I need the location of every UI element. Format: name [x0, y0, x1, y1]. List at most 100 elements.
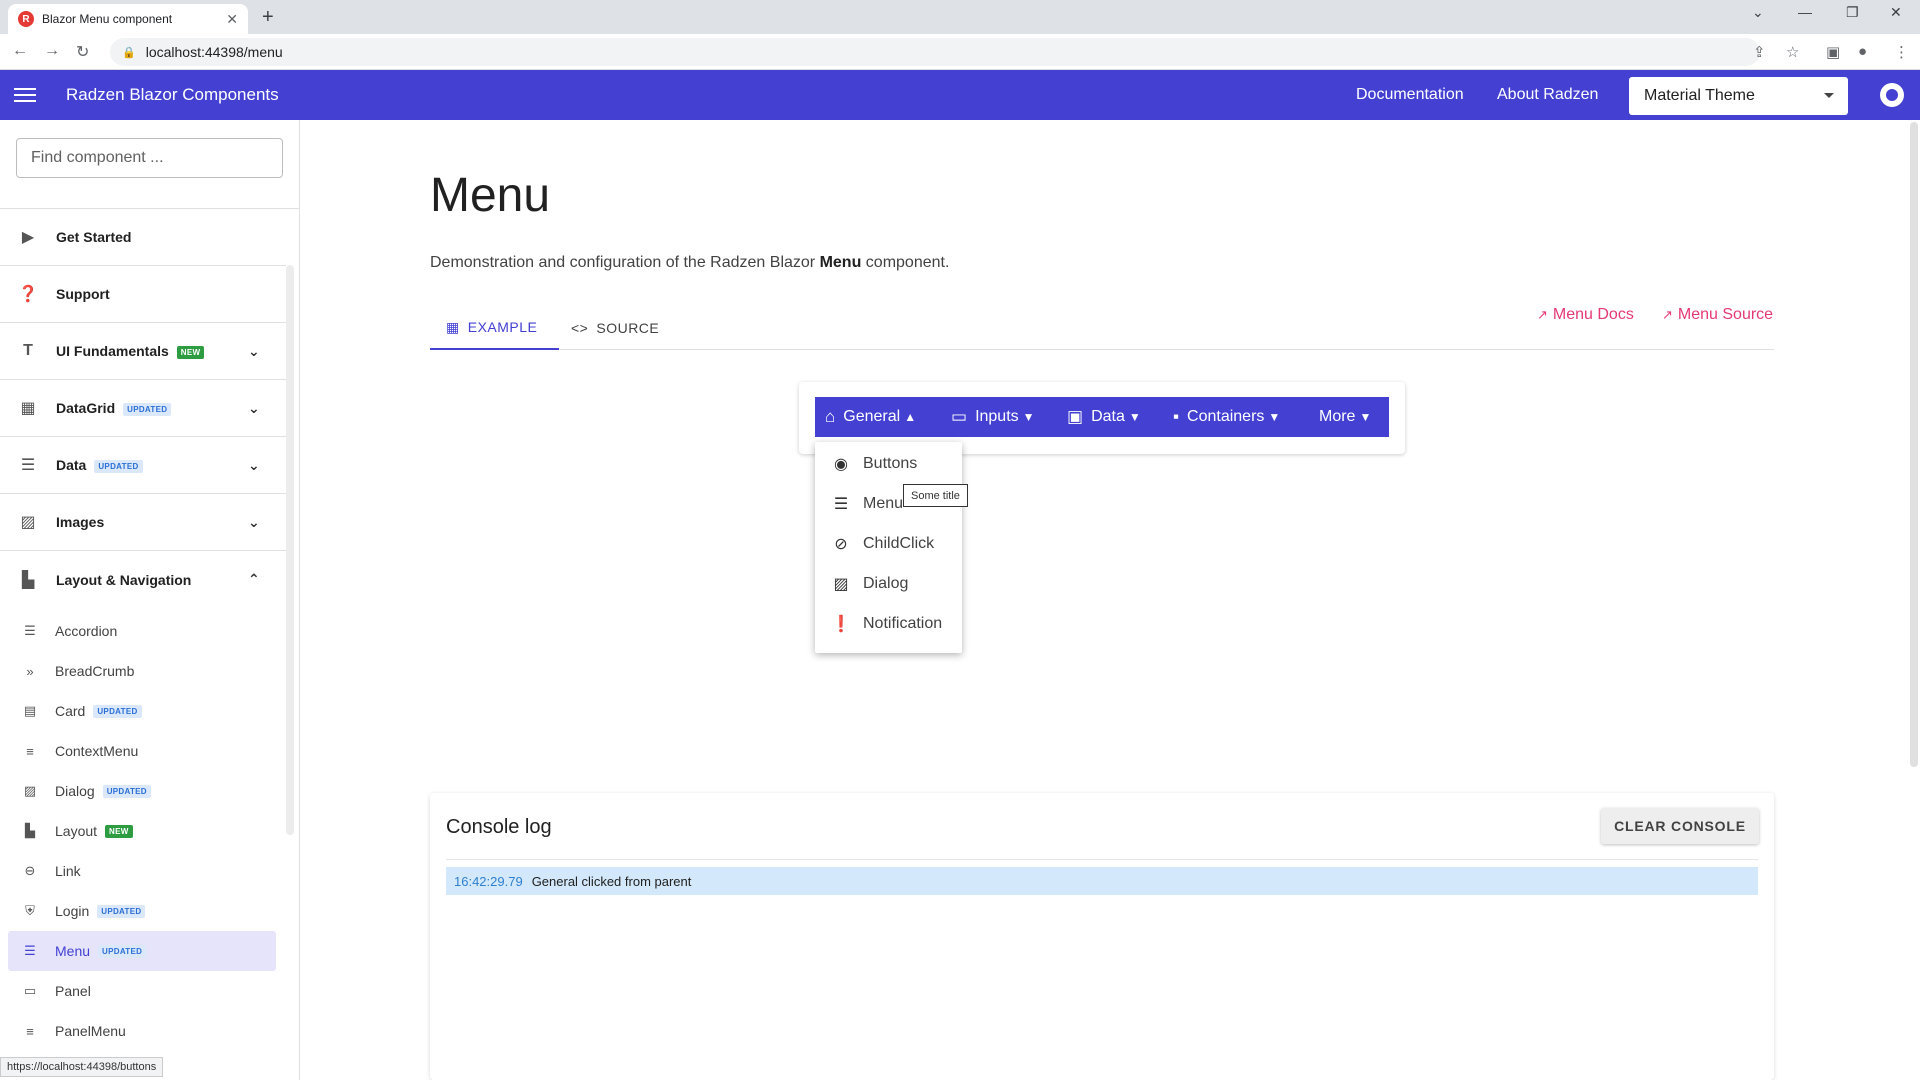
restore-icon[interactable]: ❐: [1846, 4, 1859, 21]
layout-icon: ▙: [21, 571, 35, 589]
clear-console-button[interactable]: CLEAR CONSOLE: [1601, 808, 1759, 844]
list-icon: ☰: [20, 457, 36, 474]
general-submenu: ◉ Buttons ☰ Menu ⊘ ChildClick ▨ Dialog ❗…: [815, 442, 962, 653]
sidebar-subitem-label: BreadCrumb: [55, 663, 135, 679]
doc-link-label: Menu Docs: [1552, 306, 1634, 323]
submenu-item-buttons[interactable]: ◉ Buttons: [815, 444, 962, 484]
sidebar-subitem-panelmenu[interactable]: ≡ PanelMenu: [8, 1011, 276, 1051]
forward-icon[interactable]: →: [44, 42, 60, 60]
sidebar-subitem-panel[interactable]: ▭ Panel: [8, 971, 276, 1011]
menu-item-containers[interactable]: ▪ Containers ▼: [1173, 397, 1280, 437]
url-text: localhost:44398/menu: [145, 44, 283, 60]
sidebar-item-layout-navigation[interactable]: ▙ Layout & Navigation ⌃: [0, 551, 286, 608]
tab-source[interactable]: <> SOURCE: [571, 306, 659, 350]
sidebar-subitem-layout[interactable]: ▙ Layout NEW: [8, 811, 276, 851]
submenu-item-label: Notification: [863, 615, 943, 632]
updated-badge: UPDATED: [97, 904, 146, 918]
documentation-link[interactable]: Documentation: [1356, 86, 1464, 104]
sidebar-subitem-login[interactable]: ⛨ Login UPDATED: [8, 891, 276, 931]
feedback-icon: ❗: [831, 616, 851, 633]
credit-card-icon: ▭: [951, 407, 968, 426]
updated-badge: UPDATED: [98, 944, 147, 958]
sidebar-item-datagrid[interactable]: ▦ DataGrid UPDATED ⌄: [0, 380, 286, 437]
sidebar-subitem-label: ContextMenu: [55, 743, 139, 759]
sidebar-scrollbar[interactable]: [286, 265, 294, 835]
chevron-down-icon[interactable]: ⌄: [248, 457, 260, 474]
side-panel-icon[interactable]: ▣: [1826, 43, 1840, 61]
browser-tab[interactable]: R Blazor Menu component ✕: [8, 4, 248, 34]
share-icon[interactable]: ⇪: [1753, 43, 1766, 61]
sidebar-subitem-breadcrumb[interactable]: » BreadCrumb: [8, 651, 276, 691]
reload-icon[interactable]: ↻: [76, 42, 89, 62]
submenu-item-dialog[interactable]: ▨ Dialog: [815, 564, 962, 604]
palette-icon: T: [23, 342, 33, 359]
sidebar-subitem-dialog[interactable]: ▨ Dialog UPDATED: [8, 771, 276, 811]
sidebar-item-label: Support: [56, 286, 110, 302]
window-close-icon[interactable]: ✕: [1890, 4, 1902, 21]
menu-item-general[interactable]: ⌂ General ▲: [825, 397, 916, 437]
accordion-icon: ☰: [24, 623, 36, 638]
browser-menu-icon[interactable]: ⋮: [1894, 43, 1909, 61]
back-icon[interactable]: ←: [12, 42, 28, 60]
hamburger-menu-icon[interactable]: [14, 83, 36, 107]
new-tab-icon[interactable]: +: [262, 6, 274, 29]
sidebar-subitem-label: Link: [55, 863, 81, 879]
url-field[interactable]: 🔒 localhost:44398/menu: [110, 38, 1760, 66]
description-suffix: component.: [861, 254, 950, 271]
app-header: Radzen Blazor Components Documentation A…: [0, 70, 1920, 120]
shield-icon: ⛨: [25, 903, 35, 918]
chevron-down-icon[interactable]: ⌄: [248, 343, 260, 360]
profile-icon[interactable]: ●: [1858, 43, 1867, 60]
menu-item-more[interactable]: More ▼: [1319, 397, 1371, 437]
submenu-item-label: Menu: [863, 495, 904, 512]
sidebar-item-data[interactable]: ☰ Data UPDATED ⌄: [0, 437, 286, 494]
chevron-down-icon: ▼: [1128, 410, 1141, 424]
clipboard-icon: ▭: [23, 983, 37, 998]
radzen-favicon-icon: R: [18, 11, 34, 27]
menu-icon: ☰: [24, 943, 36, 958]
close-icon[interactable]: ✕: [226, 11, 238, 28]
submenu-item-notification[interactable]: ❗ Notification: [815, 604, 962, 644]
menu-item-data[interactable]: ▣ Data ▼: [1067, 397, 1141, 437]
chevron-down-icon: ▼: [1022, 410, 1035, 424]
attachment-icon: ⊘: [834, 536, 848, 553]
sidebar-subitem-accordion[interactable]: ☰ Accordion: [8, 611, 276, 651]
sidebar-item-label: Get Started: [56, 229, 132, 245]
sidebar: ▶ Get Started ❓ Support T UI Fundamental…: [0, 120, 300, 1080]
menu-source-link[interactable]: ↗ Menu Source: [1662, 306, 1773, 324]
status-bar-url: https://localhost:44398/buttons: [0, 1057, 164, 1077]
chevron-down-icon: ▼: [1359, 410, 1372, 424]
menu-item-label: Inputs: [975, 408, 1019, 425]
chevron-down-icon[interactable]: ⌄: [248, 400, 260, 417]
sidebar-item-images[interactable]: ▨ Images ⌄: [0, 494, 286, 551]
menu-item-label: Data: [1091, 408, 1125, 425]
sidebar-subitem-card[interactable]: ▤ Card UPDATED: [8, 691, 276, 731]
chevron-up-icon[interactable]: ⌃: [248, 571, 260, 588]
sidebar-subitem-contextmenu[interactable]: ≡ ContextMenu: [8, 731, 276, 771]
submenu-item-childclick[interactable]: ⊘ ChildClick: [815, 524, 962, 564]
updated-badge: UPDATED: [94, 459, 143, 473]
sidebar-subitem-menu[interactable]: ☰ Menu UPDATED: [8, 931, 276, 971]
bookmark-star-icon[interactable]: ☆: [1786, 43, 1799, 61]
tab-example[interactable]: ▦ EXAMPLE: [430, 306, 559, 350]
main-scrollbar[interactable]: [1910, 122, 1918, 767]
sidebar-item-ui-fundamentals[interactable]: T UI Fundamentals NEW ⌄: [0, 323, 286, 380]
github-icon[interactable]: [1880, 83, 1904, 107]
demo-menu-bar: ⌂ General ▲ ▭ Inputs ▼ ▣ Data ▼ ▪ Contai…: [815, 397, 1389, 437]
sidebar-subitem-label: Card: [55, 703, 86, 719]
menu-item-inputs[interactable]: ▭ Inputs ▼: [951, 397, 1035, 437]
menu-docs-link[interactable]: ↗ Menu Docs: [1537, 306, 1634, 324]
about-radzen-link[interactable]: About Radzen: [1497, 86, 1598, 104]
minimize-icon[interactable]: —: [1798, 4, 1812, 20]
sidebar-subitem-link[interactable]: ⊖ Link: [8, 851, 276, 891]
sidebar-item-get-started[interactable]: ▶ Get Started: [0, 209, 286, 266]
find-component-input[interactable]: [16, 138, 283, 178]
description-text: Demonstration and configuration of the R…: [430, 254, 820, 271]
sidebar-item-support[interactable]: ❓ Support: [0, 266, 286, 323]
chevron-down-icon[interactable]: ⌄: [248, 514, 260, 531]
new-badge: NEW: [176, 345, 205, 359]
tab-search-icon[interactable]: ⌄: [1752, 4, 1764, 21]
panel-menu-icon: ≡: [26, 1023, 34, 1039]
tab-title: Blazor Menu component: [42, 12, 173, 26]
theme-dropdown[interactable]: Material Theme: [1629, 77, 1848, 115]
